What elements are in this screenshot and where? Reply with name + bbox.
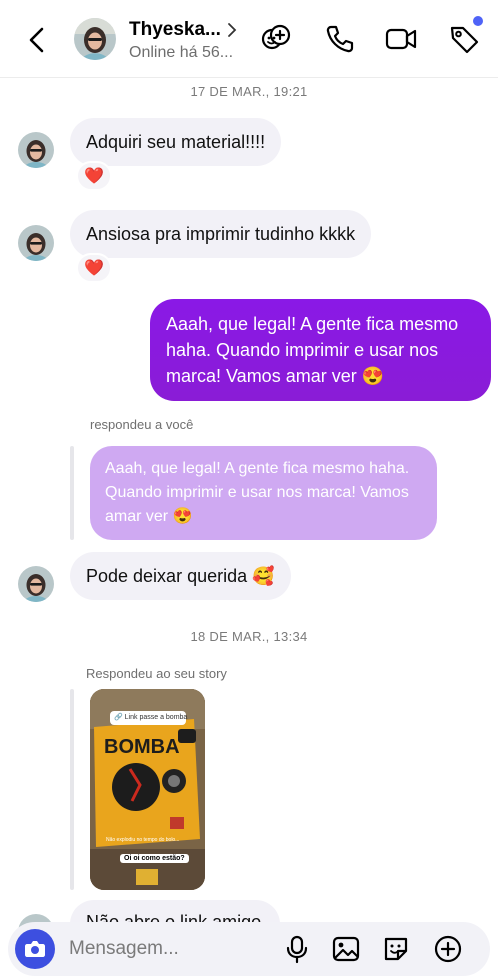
message-composer bbox=[8, 922, 490, 976]
message-bubble-incoming[interactable]: Adquiri seu material!!!! bbox=[70, 118, 282, 166]
story-link-sticker[interactable]: 🔗 Link passe a bomba bbox=[110, 711, 187, 725]
notification-badge bbox=[473, 16, 483, 26]
reply-bar bbox=[70, 689, 74, 890]
svg-text:BOMBA: BOMBA bbox=[104, 736, 180, 758]
timestamp: 18 DE MAR., 13:34 bbox=[190, 629, 308, 644]
quoted-message[interactable]: Aaah, que legal! A gente fica mesmo haha… bbox=[90, 446, 437, 540]
timestamp: 17 DE MAR., 19:21 bbox=[190, 84, 308, 99]
sender-avatar[interactable] bbox=[18, 132, 54, 168]
contact-name[interactable]: Thyeska... bbox=[129, 19, 221, 41]
heart-reaction[interactable]: ❤️ bbox=[76, 161, 112, 191]
camera-button[interactable] bbox=[15, 929, 55, 969]
message-bubble-incoming[interactable]: Pode deixar querida 🥰 bbox=[70, 552, 291, 600]
sender-avatar[interactable] bbox=[18, 566, 54, 602]
reply-label: respondeu a você bbox=[90, 417, 194, 432]
story-caption: Oi oi como estão? bbox=[120, 854, 189, 863]
reply-bar bbox=[70, 446, 74, 540]
group-add-icon[interactable] bbox=[259, 22, 293, 56]
gallery-icon[interactable] bbox=[331, 934, 361, 964]
story-preview[interactable]: BOMBA 🔗 Link passe a bomba Não explodiu … bbox=[90, 689, 205, 890]
chat-header: Thyeska... Online há 56... bbox=[0, 0, 498, 78]
back-chevron-icon[interactable] bbox=[22, 24, 54, 56]
story-subtitle: Não explodiu no tempo do bolo... bbox=[106, 837, 180, 843]
contact-status: Online há 56... bbox=[129, 44, 234, 61]
sticker-icon[interactable] bbox=[381, 934, 411, 964]
heart-reaction[interactable]: ❤️ bbox=[76, 253, 112, 283]
sender-avatar[interactable] bbox=[18, 225, 54, 261]
plus-icon[interactable] bbox=[433, 934, 463, 964]
message-bubble-outgoing[interactable]: Aaah, que legal! A gente fica mesmo haha… bbox=[150, 299, 491, 401]
chevron-right-icon[interactable] bbox=[225, 20, 239, 40]
mic-icon[interactable] bbox=[282, 934, 312, 964]
contact-avatar[interactable] bbox=[74, 18, 116, 60]
tag-icon[interactable] bbox=[447, 22, 481, 56]
message-bubble-incoming[interactable]: Ansiosa pra imprimir tudinho kkkk bbox=[70, 210, 372, 258]
phone-icon[interactable] bbox=[323, 22, 357, 56]
camera-icon bbox=[25, 941, 45, 957]
story-reply-label: Respondeu ao seu story bbox=[86, 666, 227, 681]
video-icon[interactable] bbox=[384, 22, 418, 56]
message-input[interactable] bbox=[69, 937, 269, 961]
